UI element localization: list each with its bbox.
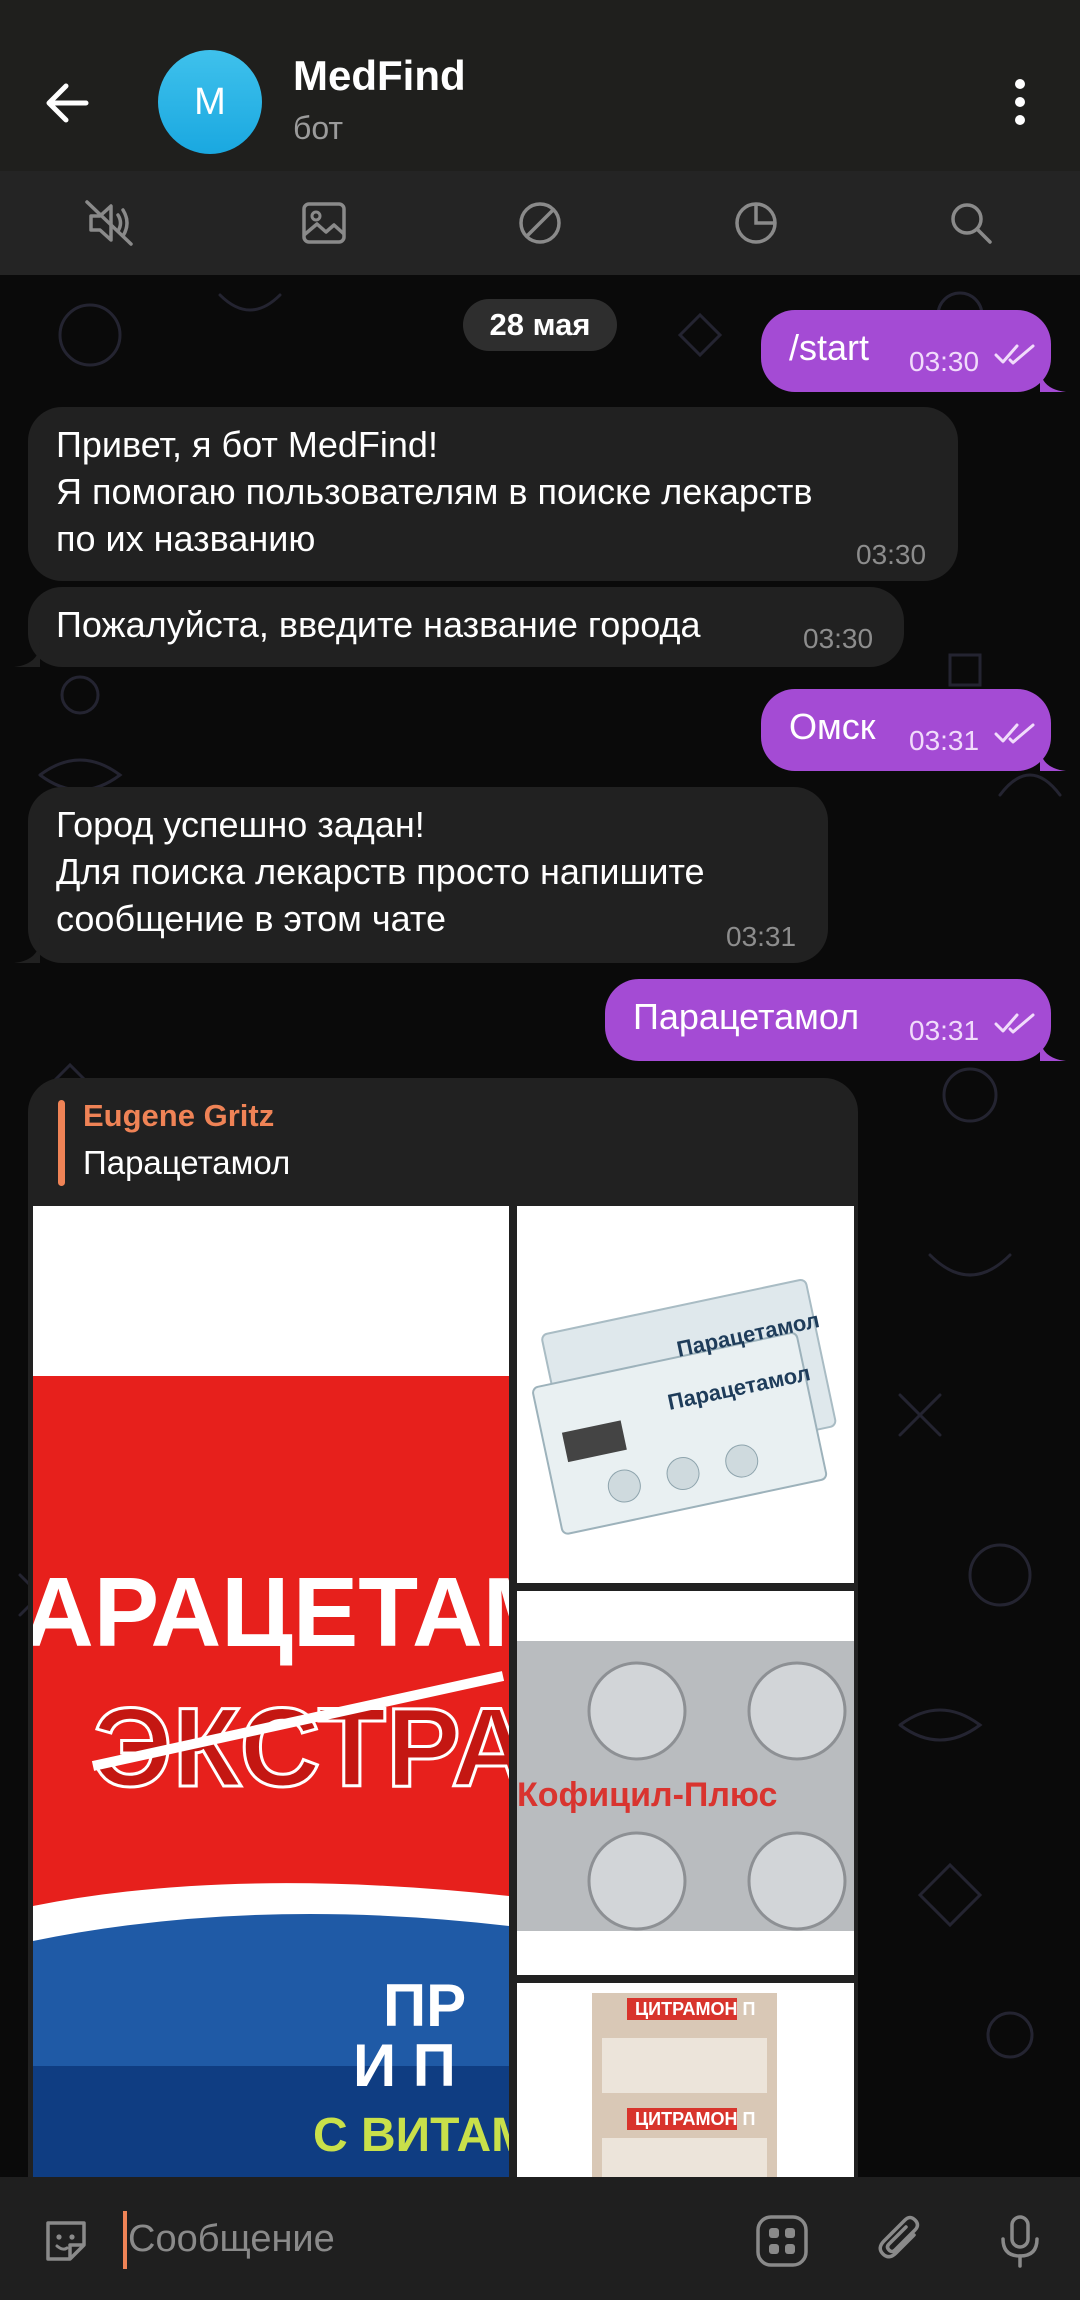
message-incoming[interactable]: Привет, я бот MedFind! Я помогаю пользов… bbox=[28, 407, 958, 581]
message-time: 03:30 bbox=[803, 623, 874, 654]
arrow-left-icon[interactable] bbox=[36, 70, 102, 136]
message-text: /start bbox=[789, 327, 870, 368]
paracetamol-blister-image: Парацетамол Парацетамол bbox=[517, 1206, 854, 1583]
date-separator: 28 мая bbox=[463, 299, 617, 351]
message-time: 03:30 bbox=[856, 539, 927, 570]
svg-text:ПР: ПР bbox=[383, 1972, 466, 2039]
photo-tsitramon-blister[interactable]: ЦИТРАМОН П ЦИТРАМОН П bbox=[517, 1983, 854, 2177]
avatar[interactable]: M bbox=[158, 50, 262, 154]
media-album-message[interactable]: Eugene Gritz Парацетамол АРАЦЕТАМ ЭКСТРА… bbox=[28, 1078, 858, 2177]
kofitsil-plus-blister-image: Кофицил-Плюс bbox=[517, 1591, 854, 1975]
reply-indicator bbox=[58, 1100, 65, 1186]
mute-icon[interactable] bbox=[79, 193, 139, 253]
paperclip-icon[interactable] bbox=[872, 2211, 932, 2271]
bubble-tail bbox=[14, 938, 40, 963]
bot-commands-icon[interactable] bbox=[752, 2211, 812, 2271]
photo-paracetamol-extra-box[interactable]: АРАЦЕТАМ ЭКСТРА ПР И П С ВИТАМ bbox=[33, 1206, 509, 2177]
svg-text:ЦИТРАМОН П: ЦИТРАМОН П bbox=[635, 1999, 755, 2019]
message-outgoing[interactable]: /start 03:30 bbox=[761, 310, 1051, 392]
more-vertical-icon[interactable] bbox=[1000, 76, 1040, 128]
message-input[interactable] bbox=[126, 2207, 690, 2271]
reply-author[interactable]: Eugene Gritz bbox=[83, 1098, 274, 1134]
media-icon[interactable] bbox=[294, 193, 354, 253]
bubble-tail bbox=[14, 642, 40, 667]
sticker-emoji-icon[interactable] bbox=[36, 2211, 96, 2271]
chat-title[interactable]: MedFind bbox=[293, 52, 466, 100]
message-text: Омск bbox=[789, 706, 876, 747]
photo-kofitsil-plus-blister[interactable]: Кофицил-Плюс bbox=[517, 1591, 854, 1975]
search-icon[interactable] bbox=[941, 193, 1001, 253]
telegram-chat-screen: M MedFind бот 28 мая /start 03:30 Привет… bbox=[0, 0, 1080, 2300]
message-text: Привет, я бот MedFind! Я помогаю пользов… bbox=[56, 424, 813, 559]
chat-action-toolbar bbox=[0, 171, 1080, 275]
svg-text:Кофицил-Плюс: Кофицил-Плюс bbox=[517, 1776, 777, 1814]
read-check-icon bbox=[994, 344, 1035, 365]
message-text: Пожалуйста, введите название города bbox=[56, 604, 701, 645]
chat-subtitle: бот bbox=[293, 110, 344, 146]
read-check-icon bbox=[994, 1013, 1035, 1034]
message-time: 03:31 bbox=[726, 921, 797, 952]
message-time: 03:31 bbox=[909, 725, 980, 756]
svg-text:ЦИТРАМОН П: ЦИТРАМОН П bbox=[635, 2109, 755, 2129]
message-incoming[interactable]: Город успешно задан! Для поиска лекарств… bbox=[28, 787, 828, 963]
tsitramon-blister-image: ЦИТРАМОН П ЦИТРАМОН П bbox=[517, 1983, 854, 2177]
svg-text:С ВИТАМ: С ВИТАМ bbox=[313, 2109, 509, 2162]
message-time: 03:30 bbox=[909, 346, 980, 377]
auto-delete-timer-icon[interactable] bbox=[726, 193, 786, 253]
message-outgoing[interactable]: Омск 03:31 bbox=[761, 689, 1051, 771]
message-incoming[interactable]: Пожалуйста, введите название города 03:3… bbox=[28, 587, 904, 667]
bubble-tail bbox=[1040, 746, 1066, 771]
svg-text:АРАЦЕТАМ: АРАЦЕТАМ bbox=[33, 1557, 509, 1667]
message-time: 03:31 bbox=[909, 1015, 980, 1046]
message-list[interactable]: 28 мая /start 03:30 Привет, я бот MedFin… bbox=[0, 275, 1080, 2177]
message-text: Город успешно задан! Для поиска лекарств… bbox=[56, 804, 705, 939]
bubble-tail bbox=[1040, 367, 1066, 392]
svg-text:И П: И П bbox=[353, 2032, 456, 2099]
photo-paracetamol-blister[interactable]: Парацетамол Парацетамол bbox=[517, 1206, 854, 1583]
message-composer bbox=[0, 2177, 1080, 2300]
read-check-icon bbox=[994, 723, 1035, 744]
message-text: Парацетамол bbox=[633, 996, 860, 1037]
paracetamol-extra-box-image: АРАЦЕТАМ ЭКСТРА ПР И П С ВИТАМ bbox=[33, 1206, 509, 2177]
reply-text[interactable]: Парацетамол bbox=[83, 1144, 290, 1182]
block-icon[interactable] bbox=[510, 193, 570, 253]
message-outgoing[interactable]: Парацетамол 03:31 bbox=[605, 979, 1051, 1061]
bubble-tail bbox=[1040, 1036, 1066, 1061]
microphone-icon[interactable] bbox=[990, 2211, 1050, 2271]
chat-header: M MedFind бот bbox=[0, 0, 1080, 171]
